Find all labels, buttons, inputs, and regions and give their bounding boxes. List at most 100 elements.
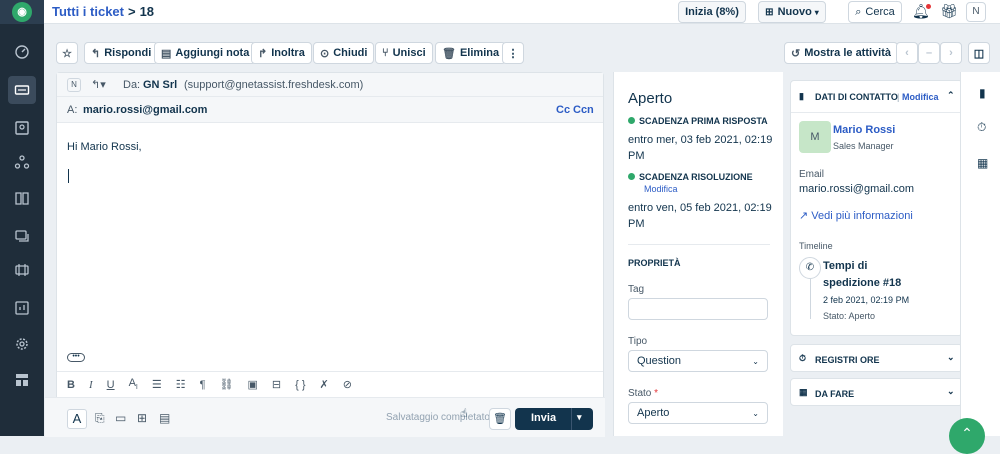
clear-format-icon[interactable]: ✗ [320,378,329,391]
merge-icon: ⑂ [382,47,389,59]
reply-type-dropdown-icon[interactable]: ↰▾ [91,78,106,91]
start-button[interactable]: Inizia (8%) [678,1,746,23]
chevron-up-icon[interactable]: ⌃ [947,90,955,101]
contact-edit-link[interactable]: Modifica [902,92,939,102]
font-size-icon[interactable]: AI [129,377,138,391]
dashboard-icon[interactable] [8,38,36,66]
show-activity-button[interactable]: ↺ Mostra le attività [784,42,899,64]
avatar[interactable]: N [966,2,986,22]
breadcrumb-all-tickets[interactable]: Tutti i ticket [52,4,124,19]
new-button[interactable]: ⊞ Nuovo ▾ [758,1,826,23]
assets-icon[interactable] [8,256,36,284]
timeline-item-title[interactable]: Tempi di spedizione #18 [823,258,923,292]
calendar-icon: ▦ [799,387,808,397]
canned-responses-icon[interactable]: ▭ [115,411,126,425]
settings-gear-icon[interactable] [8,330,36,358]
add-note-button[interactable]: ▤ Aggiungi nota [154,42,257,64]
contact-rail-icon[interactable]: ▮ [979,86,986,100]
paragraph-icon[interactable]: ¶ [200,379,206,391]
dash-icon: – [925,47,933,59]
from-avatar: N [67,78,81,92]
bullet-list-icon[interactable]: ☰ [152,378,162,391]
todo-card[interactable]: ▦ DA FARE ⌄ [790,378,963,406]
tag-input[interactable] [628,298,768,320]
discard-draft-button[interactable]: 🗑︎ [489,408,511,430]
contact-card-icon: ▮ [799,91,804,101]
attachment-icon[interactable]: ⎘ [95,411,105,426]
contact-role: Sales Manager [833,141,894,151]
state-select[interactable]: Aperto ⌄ [628,402,768,424]
table-icon[interactable]: ⊟ [272,378,281,391]
trash-icon: 🗑︎ [493,413,507,425]
tickets-icon[interactable] [8,76,36,104]
close-button[interactable]: ⊙ Chiudi [313,42,375,64]
from-email: (support@gnetassist.freshdesk.com) [184,79,364,91]
canned-response-icon[interactable]: ⊘ [343,378,352,391]
from-name[interactable]: GN Srl [143,79,177,91]
time-logs-card[interactable]: ⏱︎ REGISTRI ORE ⌄ [790,344,963,372]
contact-avatar: M [799,121,831,153]
send-options-chevron-icon[interactable]: ▾ [577,412,582,423]
merge-button[interactable]: ⑂ Unisci [375,42,433,64]
help-widget-icon[interactable]: ⌃ [949,418,985,454]
star-icon: ☆ [62,47,72,60]
image-icon[interactable]: ▣ [248,378,258,391]
type-label: Tipo [628,336,648,347]
reply-button[interactable]: ↰ Rispondi [84,42,159,64]
more-info-link[interactable]: ↗ Vedi più informazioni [799,209,913,222]
calendar-rail-icon[interactable]: ▦ [977,156,988,170]
link-icon[interactable]: ⛓︎ [220,378,234,391]
previous-ticket-button[interactable]: ‹ [896,42,918,64]
show-quoted-text-button[interactable]: ••• [67,353,85,362]
gift-icon[interactable]: 🎁︎ [940,3,958,20]
marketplace-icon[interactable] [8,366,36,394]
search-label: Cerca [865,6,895,18]
underline-icon[interactable]: U [107,379,115,391]
check-circle-icon: ⊙ [320,47,330,60]
message-body-input[interactable]: Hi Mario Rossi, ••• [57,123,603,373]
italic-icon[interactable]: I [89,379,93,391]
contacts-icon[interactable] [8,114,36,142]
greeting-text: Hi Mario Rossi, [67,141,142,153]
external-link-icon: ↗ [799,210,809,222]
toggle-panel-button[interactable]: ◫ [968,42,990,64]
new-button-label: Nuovo [777,6,812,18]
search-button[interactable]: ⌕ Cerca [848,1,902,23]
delete-button[interactable]: 🗑︎ Elimina [435,42,507,64]
bold-icon[interactable]: B [67,379,75,391]
contact-email: mario.rossi@gmail.com [799,183,915,195]
forward-label: Inoltra [271,47,305,59]
font-a-icon[interactable]: A [67,409,87,429]
contact-details-header: DATI DI CONTATTO [815,92,898,102]
more-actions-button[interactable]: ⋮ [502,42,524,64]
chevron-down-icon: ▾ [814,7,819,17]
breadcrumb: Tutti i ticket >18 [52,4,154,19]
next-ticket-button[interactable]: › [940,42,962,64]
code-icon[interactable]: { } [295,379,305,391]
show-activity-label: Mostra le attività [804,47,892,59]
forward-button[interactable]: ↱ Inoltra [251,42,312,64]
cc-link[interactable]: Cc [556,104,570,116]
ticket-nav-dots-button[interactable]: – [918,42,940,64]
star-button[interactable]: ☆ [56,42,78,64]
timer-rail-icon[interactable]: ⏱︎ [977,120,986,135]
contact-name-link[interactable]: Mario Rossi [833,124,895,136]
resolution-due: entro ven, 05 feb 2021, 02:19 PM [628,202,772,230]
formatting-toolbar: B I U AI ☰ ☷ ¶ ⛓︎ ▣ ⊟ { } ✗ ⊘ [57,371,603,397]
delete-label: Elimina [459,47,500,59]
add-note-label: Aggiungi nota [175,47,250,59]
template-icon[interactable]: ▤ [159,411,170,425]
reports-icon[interactable] [8,294,36,322]
knowledge-base-icon[interactable] [8,184,36,212]
solutions-icon[interactable]: ⊞ [137,411,147,425]
groups-icon[interactable] [8,148,36,176]
to-email-field[interactable]: mario.rossi@gmail.com [83,104,207,116]
type-select[interactable]: Question ⌄ [628,350,768,372]
bcc-link[interactable]: Ccn [573,104,594,116]
numbered-list-icon[interactable]: ☷ [176,378,186,391]
app-logo[interactable]: ◉ [0,0,44,24]
search-icon: ⌕ [855,5,862,18]
resolution-edit-link[interactable]: Modifica [644,184,678,194]
send-button[interactable]: Invia ▾ [515,408,593,430]
chat-icon[interactable] [8,222,36,250]
